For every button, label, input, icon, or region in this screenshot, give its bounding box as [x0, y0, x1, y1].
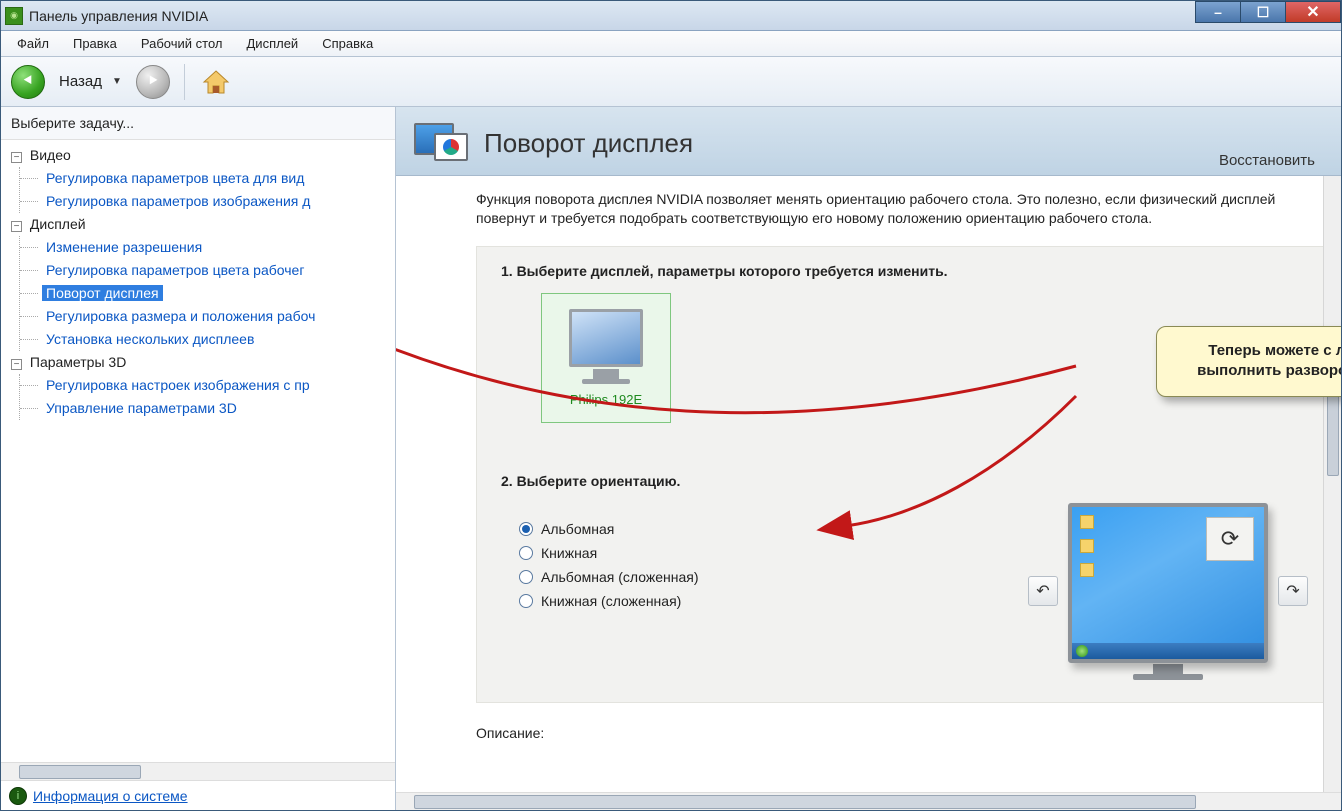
sidebar-hscrollbar[interactable]: [1, 762, 395, 780]
back-history-caret[interactable]: ▼: [112, 76, 122, 87]
display-name: Philips 192E: [570, 392, 642, 407]
menubar: Файл Правка Рабочий стол Дисплей Справка: [1, 31, 1341, 57]
sidebar-title: Выберите задачу...: [1, 107, 395, 140]
system-info-link[interactable]: Информация о системе: [33, 788, 188, 804]
description-label: Описание:: [476, 725, 1329, 741]
tree-cat-3d[interactable]: Параметры 3D: [30, 354, 126, 370]
display-selector[interactable]: Philips 192E: [541, 293, 671, 423]
tree-link-video-image[interactable]: Регулировка параметров изображения д: [42, 193, 314, 209]
radio-portrait-flipped-label: Книжная (сложенная): [541, 593, 681, 609]
menu-file[interactable]: Файл: [7, 33, 59, 54]
radio-landscape-label: Альбомная: [541, 521, 614, 537]
orientation-radios: Альбомная Книжная Альбомная (сложенная) …: [519, 513, 698, 617]
minimize-button[interactable]: –: [1195, 1, 1241, 23]
restore-link[interactable]: Восстановить: [1219, 152, 1315, 169]
close-button[interactable]: ✕: [1285, 1, 1341, 23]
app-window: Панель управления NVIDIA – ☐ ✕ Файл Прав…: [0, 0, 1342, 811]
menu-edit[interactable]: Правка: [63, 33, 127, 54]
radio-portrait-label: Книжная: [541, 545, 597, 561]
task-tree: − Видео Регулировка параметров цвета для…: [1, 140, 395, 762]
step1-title: 1. Выберите дисплей, параметры которого …: [501, 263, 1308, 279]
settings-panel: 1. Выберите дисплей, параметры которого …: [476, 246, 1329, 703]
radio-portrait-flipped[interactable]: Книжная (сложенная): [519, 593, 698, 609]
menu-desktop[interactable]: Рабочий стол: [131, 33, 233, 54]
content-header: Поворот дисплея Восстановить: [396, 107, 1341, 176]
home-button[interactable]: [199, 65, 233, 99]
rotate-display-icon: [414, 117, 470, 169]
radio-landscape-flipped[interactable]: Альбомная (сложенная): [519, 569, 698, 585]
annotation-callout: Теперь можете с легкостью выполнить разв…: [1156, 326, 1341, 397]
tree-toggle-3d[interactable]: −: [11, 359, 22, 370]
info-icon: i: [9, 787, 27, 805]
sidebar-footer: i Информация о системе: [1, 780, 395, 810]
radio-portrait[interactable]: Книжная: [519, 545, 698, 561]
tree-link-3d-manage[interactable]: Управление параметрами 3D: [42, 400, 241, 416]
titlebar[interactable]: Панель управления NVIDIA – ☐ ✕: [1, 1, 1341, 31]
orientation-preview: ↶ ⟳: [1028, 503, 1308, 680]
tree-link-rotate-display[interactable]: Поворот дисплея: [42, 285, 163, 301]
app-icon: [5, 7, 23, 25]
tree-link-resolution[interactable]: Изменение разрешения: [42, 239, 206, 255]
radio-landscape[interactable]: Альбомная: [519, 521, 698, 537]
tree-link-video-color[interactable]: Регулировка параметров цвета для вид: [42, 170, 308, 186]
step2-title: 2. Выберите ориентацию.: [501, 473, 1308, 489]
monitor-icon: [569, 309, 643, 367]
sidebar: Выберите задачу... − Видео Регулировка п…: [1, 107, 396, 810]
toolbar: ⯇ Назад ▼ ⯈: [1, 57, 1341, 107]
tree-cat-display[interactable]: Дисплей: [30, 216, 86, 232]
preview-monitor: ⟳: [1068, 503, 1268, 663]
content-body: Функция поворота дисплея NVIDIA позволяе…: [396, 176, 1341, 792]
rotate-tool-icon: ⟳: [1206, 517, 1254, 561]
toolbar-separator: [184, 64, 185, 100]
tree-toggle-video[interactable]: −: [11, 152, 22, 163]
tree-link-3d-image[interactable]: Регулировка настроек изображения с пр: [42, 377, 314, 393]
content-hscrollbar[interactable]: [396, 792, 1341, 810]
content-vscrollbar[interactable]: [1323, 176, 1341, 792]
tree-link-desktop-color[interactable]: Регулировка параметров цвета рабочег: [42, 262, 308, 278]
menu-display[interactable]: Дисплей: [237, 33, 309, 54]
rotate-ccw-button[interactable]: ↶: [1028, 576, 1058, 606]
tree-link-multi-display[interactable]: Установка нескольких дисплеев: [42, 331, 258, 347]
tree-cat-video[interactable]: Видео: [30, 147, 71, 163]
menu-help[interactable]: Справка: [312, 33, 383, 54]
tree-link-size-position[interactable]: Регулировка размера и положения рабоч: [42, 308, 319, 324]
rotate-cw-button[interactable]: ↷: [1278, 576, 1308, 606]
tree-toggle-display[interactable]: −: [11, 221, 22, 232]
page-title: Поворот дисплея: [484, 128, 693, 159]
page-description: Функция поворота дисплея NVIDIA позволяе…: [476, 190, 1329, 228]
back-label: Назад: [59, 73, 102, 90]
maximize-button[interactable]: ☐: [1240, 1, 1286, 23]
forward-button[interactable]: ⯈: [136, 65, 170, 99]
back-button[interactable]: ⯇: [11, 65, 45, 99]
radio-landscape-flipped-label: Альбомная (сложенная): [541, 569, 698, 585]
window-title: Панель управления NVIDIA: [29, 8, 208, 24]
content-area: Поворот дисплея Восстановить Функция пов…: [396, 107, 1341, 810]
